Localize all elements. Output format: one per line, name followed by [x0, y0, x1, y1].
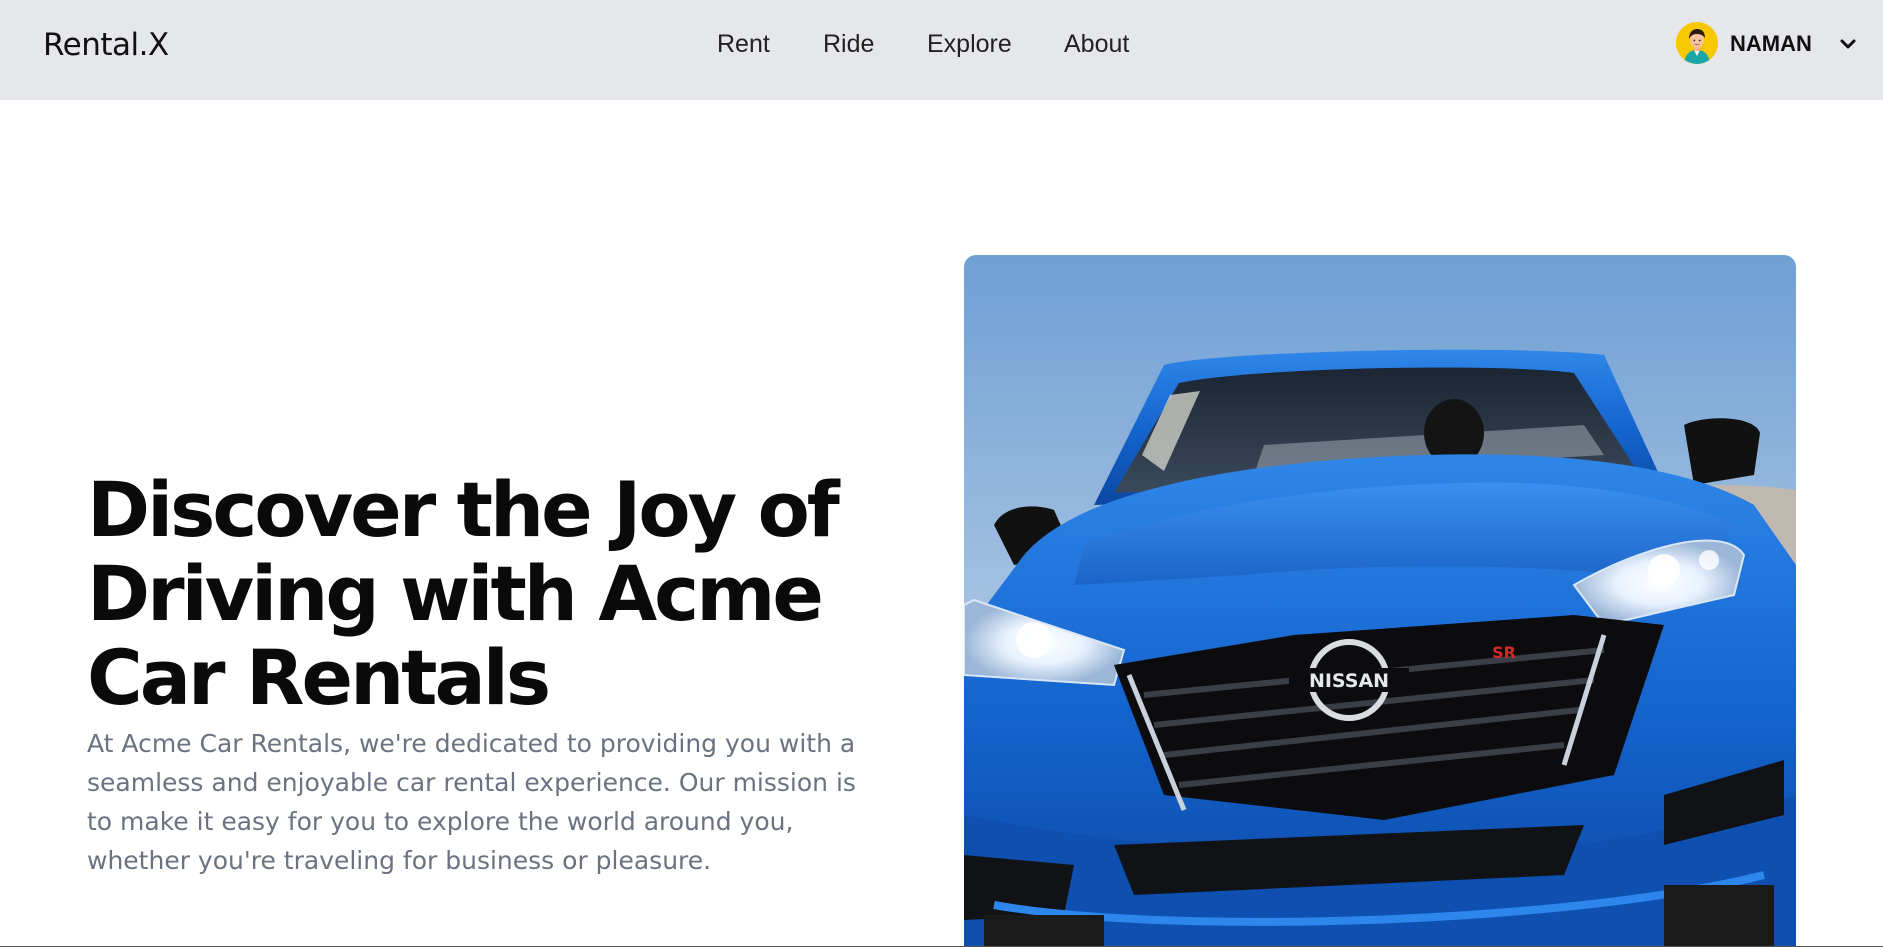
nav-link-rent[interactable]: Rent — [717, 30, 770, 59]
hero-title: Discover the Joy of Driving with Acme Ca… — [87, 465, 840, 722]
top-navbar: Rental.X Rent Ride Explore About NAMAN — [0, 0, 1883, 100]
hero-description: At Acme Car Rentals, we're dedicated to … — [87, 729, 856, 875]
car-trim-badge: SR — [1492, 643, 1516, 662]
hero-car-image: NISSAN SR — [964, 255, 1796, 947]
nav-link-ride[interactable]: Ride — [823, 30, 874, 59]
user-menu[interactable]: NAMAN — [1676, 22, 1866, 68]
chevron-down-icon[interactable] — [1836, 32, 1860, 56]
nav-link-explore[interactable]: Explore — [927, 30, 1012, 59]
nav-link-about[interactable]: About — [1064, 30, 1129, 59]
user-name[interactable]: NAMAN — [1730, 31, 1812, 57]
car-brand-badge: NISSAN — [1309, 670, 1389, 692]
main-nav: Rent Ride Explore About — [0, 30, 1883, 70]
user-avatar-icon[interactable] — [1676, 22, 1718, 64]
